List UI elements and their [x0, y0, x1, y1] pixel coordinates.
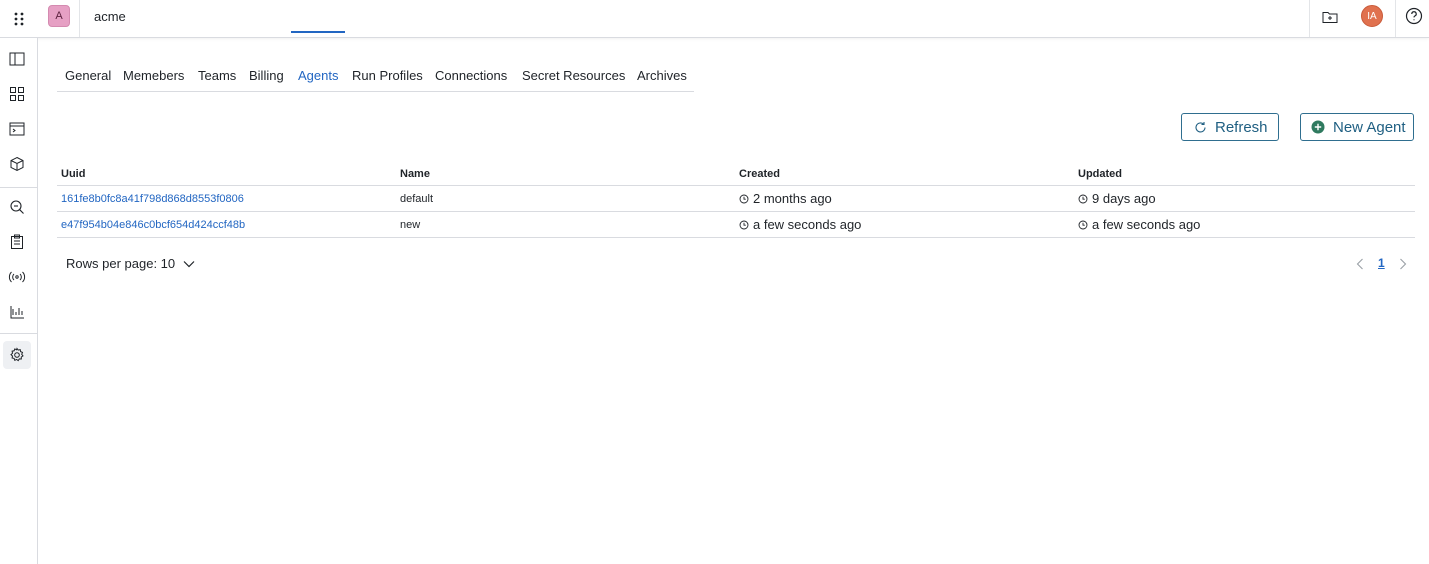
new-agent-label: New Agent — [1333, 118, 1406, 136]
agents-table: Uuid Name Created Updated 161fe8b0fc8a41… — [57, 162, 1415, 238]
sidebar — [0, 38, 38, 564]
tab-members[interactable]: Memebers — [123, 58, 184, 92]
user-avatar[interactable]: IA — [1361, 5, 1383, 27]
agent-uuid-link[interactable]: e47f954b04e846c0bcf654d424ccf48b — [61, 219, 245, 231]
column-header-created[interactable]: Created — [739, 168, 780, 180]
help-icon[interactable] — [1403, 5, 1425, 27]
agent-uuid-link[interactable]: 161fe8b0fc8a41f798d868d8553f0806 — [61, 193, 244, 205]
refresh-label: Refresh — [1215, 118, 1268, 136]
column-header-name[interactable]: Name — [400, 168, 430, 180]
refresh-button[interactable]: Refresh — [1181, 113, 1279, 141]
column-header-uuid[interactable]: Uuid — [61, 168, 85, 180]
column-header-updated[interactable]: Updated — [1078, 168, 1122, 180]
chevron-right-icon[interactable] — [1397, 257, 1409, 271]
clipboard-icon[interactable] — [3, 228, 31, 256]
divider — [79, 0, 80, 37]
chart-icon[interactable] — [3, 298, 31, 326]
divider — [1395, 0, 1396, 37]
tab-archives[interactable]: Archives — [637, 58, 687, 92]
active-tab-indicator — [291, 31, 345, 33]
updated-time: a few seconds ago — [1078, 217, 1200, 232]
divider — [0, 333, 38, 334]
divider — [0, 187, 38, 188]
folder-icon[interactable] — [1318, 6, 1342, 28]
created-value: 2 months ago — [753, 191, 832, 206]
clock-icon — [1078, 194, 1088, 204]
chevron-left-icon[interactable] — [1354, 257, 1366, 271]
table-header: Uuid Name Created Updated — [57, 162, 1415, 186]
app-grid-icon[interactable] — [0, 0, 38, 37]
clock-icon — [1078, 220, 1088, 230]
dashboard-icon[interactable] — [3, 80, 31, 108]
created-time: 2 months ago — [739, 191, 832, 206]
updated-value: a few seconds ago — [1092, 217, 1201, 232]
clock-icon — [739, 194, 749, 204]
broadcast-icon[interactable] — [3, 263, 31, 291]
tab-general[interactable]: General — [65, 58, 111, 92]
tab-run-profiles[interactable]: Run Profiles — [352, 58, 423, 92]
divider — [1309, 0, 1310, 37]
rows-per-page-select[interactable]: Rows per page: 10 — [66, 256, 195, 271]
updated-value: 9 days ago — [1092, 191, 1156, 206]
add-circle-icon — [1311, 120, 1325, 134]
tabs-bar: General Memebers Teams Billing Agents Ru… — [57, 58, 694, 92]
terminal-window-icon[interactable] — [3, 115, 31, 143]
search-icon[interactable] — [3, 193, 31, 221]
agent-name: default — [400, 193, 434, 205]
table-row: e47f954b04e846c0bcf654d424ccf48b new a f… — [57, 212, 1415, 238]
chevron-down-icon — [183, 260, 195, 268]
package-icon[interactable] — [3, 150, 31, 178]
rows-per-page-label: Rows per page: 10 — [66, 256, 176, 271]
created-value: a few seconds ago — [753, 217, 862, 232]
new-agent-button[interactable]: New Agent — [1300, 113, 1414, 141]
tab-connections[interactable]: Connections — [435, 58, 507, 92]
clock-icon — [739, 220, 749, 230]
org-name[interactable]: acme — [94, 9, 126, 24]
tab-billing[interactable]: Billing — [249, 58, 284, 92]
top-bar: A acme IA — [0, 0, 1429, 38]
table-row: 161fe8b0fc8a41f798d868d8553f0806 default… — [57, 186, 1415, 212]
updated-time: 9 days ago — [1078, 191, 1156, 206]
tab-secret-resources[interactable]: Secret Resources — [522, 58, 625, 92]
refresh-icon — [1194, 121, 1207, 134]
page-number[interactable]: 1 — [1378, 256, 1385, 270]
tab-teams[interactable]: Teams — [198, 58, 236, 92]
gear-icon[interactable] — [3, 341, 31, 369]
org-avatar[interactable]: A — [48, 5, 70, 27]
tab-agents[interactable]: Agents — [298, 58, 338, 92]
book-icon[interactable] — [3, 45, 31, 73]
created-time: a few seconds ago — [739, 217, 861, 232]
agent-name: new — [400, 219, 421, 231]
